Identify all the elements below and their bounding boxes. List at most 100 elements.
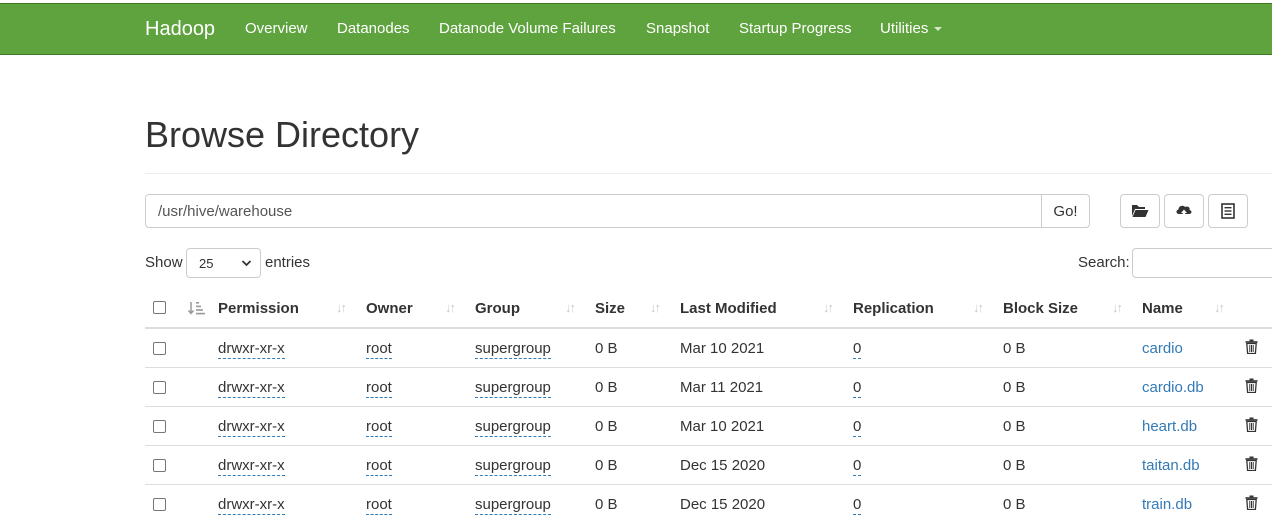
row-checkbox[interactable] — [153, 459, 166, 472]
table-row: drwxr-xr-x root supergroup 0 B Mar 10 20… — [145, 407, 1272, 446]
row-checkbox[interactable] — [153, 381, 166, 394]
owner-cell[interactable]: root — [366, 496, 392, 515]
trash-icon[interactable] — [1245, 339, 1258, 354]
replication-cell[interactable]: 0 — [853, 496, 862, 515]
group-cell[interactable]: supergroup — [475, 379, 551, 398]
sort-icon[interactable]: ↓↑ — [565, 300, 576, 315]
owner-cell[interactable]: root — [366, 418, 392, 437]
permission-cell[interactable]: drwxr-xr-x — [218, 418, 285, 437]
navbar: Hadoop Overview Datanodes Datanode Volum… — [0, 3, 1272, 55]
replication-cell[interactable]: 0 — [853, 379, 862, 398]
title-divider — [145, 173, 1272, 174]
row-checkbox[interactable] — [153, 420, 166, 433]
last-modified-cell: Dec 15 2020 — [680, 457, 766, 474]
sort-icon[interactable]: ↓↑ — [973, 300, 984, 315]
column-header-last-modified[interactable]: Last Modified — [680, 300, 777, 317]
column-header-block-size[interactable]: Block Size — [1003, 300, 1078, 317]
show-label: Show — [145, 254, 183, 271]
size-cell: 0 B — [595, 418, 618, 435]
size-cell: 0 B — [595, 340, 618, 357]
nav-utilities-label: Utilities — [880, 20, 929, 37]
entries-per-page-select[interactable]: 25 — [186, 248, 261, 278]
column-header-size[interactable]: Size — [595, 300, 625, 317]
table-row: drwxr-xr-x root supergroup 0 B Mar 10 20… — [145, 329, 1272, 368]
trash-icon[interactable] — [1245, 378, 1258, 393]
row-checkbox[interactable] — [153, 498, 166, 511]
trash-icon[interactable] — [1245, 495, 1258, 510]
permission-cell[interactable]: drwxr-xr-x — [218, 496, 285, 515]
entries-label: entries — [265, 254, 311, 271]
replication-cell[interactable]: 0 — [853, 418, 862, 437]
replication-cell[interactable]: 0 — [853, 457, 862, 476]
file-name-link[interactable]: cardio.db — [1142, 379, 1204, 396]
column-header-replication[interactable]: Replication — [853, 300, 934, 317]
owner-cell[interactable]: root — [366, 340, 392, 359]
sort-icon[interactable]: ↓↑ — [650, 300, 661, 315]
upload-files-button[interactable] — [1164, 194, 1204, 228]
nav-utilities-dropdown[interactable]: Utilities — [880, 20, 943, 37]
sort-icon[interactable]: ↓↑ — [1112, 300, 1123, 315]
size-cell: 0 B — [595, 496, 618, 513]
file-name-link[interactable]: train.db — [1142, 496, 1192, 513]
column-header-permission[interactable]: Permission — [218, 300, 299, 317]
replication-cell[interactable]: 0 — [853, 340, 862, 359]
table-row: drwxr-xr-x root supergroup 0 B Mar 11 20… — [145, 368, 1272, 407]
create-directory-button[interactable] — [1120, 194, 1160, 228]
select-all-checkbox[interactable] — [153, 301, 166, 314]
upload-icon — [1176, 205, 1192, 218]
row-checkbox[interactable] — [153, 342, 166, 355]
folder-open-icon — [1132, 205, 1149, 217]
block-size-cell: 0 B — [1003, 379, 1026, 396]
sort-icon[interactable]: ↓↑ — [336, 300, 347, 315]
chevron-down-icon — [241, 260, 252, 267]
last-modified-cell: Mar 10 2021 — [680, 340, 765, 357]
block-size-cell: 0 B — [1003, 457, 1026, 474]
entries-value: 25 — [199, 255, 214, 271]
sort-icon[interactable]: ↓↑ — [1214, 300, 1225, 315]
group-cell[interactable]: supergroup — [475, 496, 551, 515]
column-header-owner[interactable]: Owner — [366, 300, 413, 317]
trash-icon[interactable] — [1245, 417, 1258, 432]
nav-snapshot[interactable]: Snapshot — [646, 20, 709, 37]
cut-paste-button[interactable] — [1208, 194, 1248, 228]
group-cell[interactable]: supergroup — [475, 418, 551, 437]
column-header-group[interactable]: Group — [475, 300, 520, 317]
sort-icon[interactable]: ↓↑ — [823, 300, 834, 315]
sort-icon[interactable]: ↓↑ — [445, 300, 456, 315]
last-modified-cell: Mar 11 2021 — [680, 379, 764, 396]
go-button[interactable]: Go! — [1041, 194, 1090, 228]
caret-down-icon — [934, 27, 943, 32]
table-row: drwxr-xr-x root supergroup 0 B Dec 15 20… — [145, 485, 1272, 524]
nav-datanodes[interactable]: Datanodes — [337, 20, 410, 37]
table-row: drwxr-xr-x root supergroup 0 B Dec 15 20… — [145, 446, 1272, 485]
nav-startup-progress[interactable]: Startup Progress — [739, 20, 852, 37]
permission-cell[interactable]: drwxr-xr-x — [218, 340, 285, 359]
file-name-link[interactable]: taitan.db — [1142, 457, 1200, 474]
trash-icon[interactable] — [1245, 456, 1258, 471]
permission-cell[interactable]: drwxr-xr-x — [218, 457, 285, 476]
search-label: Search: — [1078, 254, 1130, 271]
page-title: Browse Directory — [145, 114, 420, 155]
size-cell: 0 B — [595, 379, 618, 396]
column-header-name[interactable]: Name — [1142, 300, 1183, 317]
sort-ascending-icon[interactable] — [187, 301, 205, 315]
last-modified-cell: Dec 15 2020 — [680, 496, 766, 513]
owner-cell[interactable]: root — [366, 379, 392, 398]
last-modified-cell: Mar 10 2021 — [680, 418, 765, 435]
block-size-cell: 0 B — [1003, 340, 1026, 357]
search-input[interactable] — [1132, 248, 1272, 278]
owner-cell[interactable]: root — [366, 457, 392, 476]
brand-link[interactable]: Hadoop — [145, 18, 215, 41]
group-cell[interactable]: supergroup — [475, 457, 551, 476]
list-icon — [1221, 203, 1235, 219]
file-name-link[interactable]: cardio — [1142, 340, 1183, 357]
size-cell: 0 B — [595, 457, 618, 474]
file-name-link[interactable]: heart.db — [1142, 418, 1197, 435]
group-cell[interactable]: supergroup — [475, 340, 551, 359]
permission-cell[interactable]: drwxr-xr-x — [218, 379, 285, 398]
directory-path-input[interactable] — [145, 194, 1042, 228]
nav-datanode-volume-failures[interactable]: Datanode Volume Failures — [439, 20, 616, 37]
nav-overview[interactable]: Overview — [245, 20, 308, 37]
block-size-cell: 0 B — [1003, 496, 1026, 513]
block-size-cell: 0 B — [1003, 418, 1026, 435]
